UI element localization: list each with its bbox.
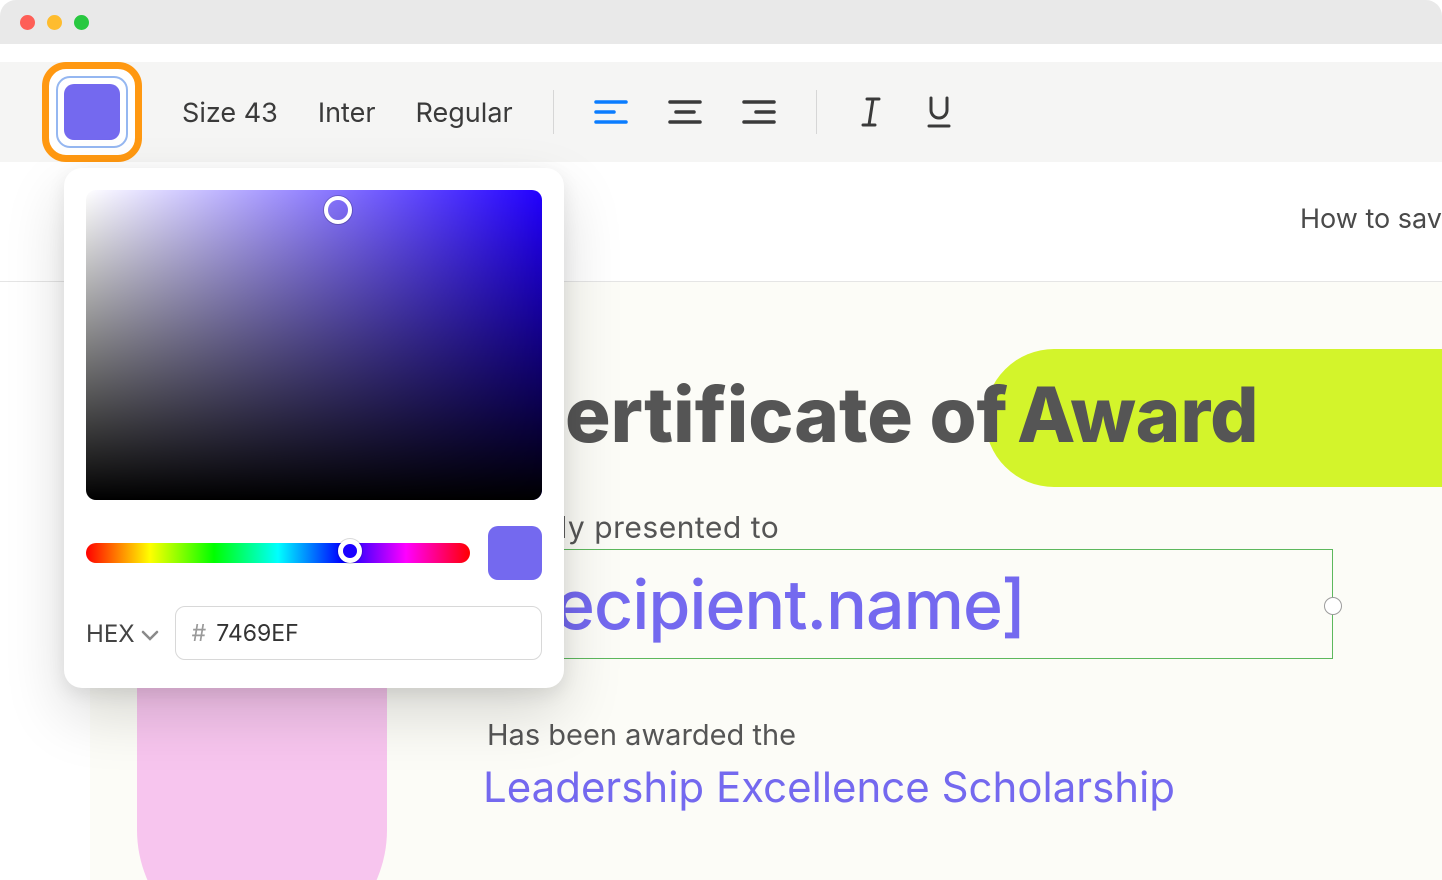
help-link[interactable]: How to sav: [1300, 202, 1442, 235]
align-center-icon[interactable]: [668, 98, 702, 126]
color-swatch-button[interactable]: [42, 62, 142, 162]
hex-input-wrapper[interactable]: #: [175, 606, 542, 660]
hash-symbol: #: [192, 619, 207, 647]
spacer: [0, 44, 1442, 62]
italic-icon[interactable]: [857, 97, 885, 127]
font-family-control[interactable]: Inter: [318, 96, 376, 129]
hex-value-input[interactable]: [216, 619, 525, 647]
close-window-button[interactable]: [20, 15, 35, 30]
saturation-thumb[interactable]: [324, 196, 352, 224]
saturation-brightness-field[interactable]: [86, 190, 542, 500]
color-preview-swatch: [488, 526, 542, 580]
underline-icon[interactable]: [925, 96, 953, 128]
color-format-dropdown[interactable]: HEX: [86, 619, 159, 648]
selection-resize-handle[interactable]: [1324, 597, 1342, 615]
certificate-title-left: ertificate of: [565, 377, 1008, 453]
color-format-label: HEX: [86, 619, 135, 648]
align-right-icon[interactable]: [742, 98, 776, 126]
awarded-the-label: Has been awarded the: [487, 717, 796, 752]
minimize-window-button[interactable]: [47, 15, 62, 30]
recipient-name-token[interactable]: ecipient.name]: [555, 564, 1025, 646]
chevron-down-icon: [141, 619, 159, 648]
color-picker-panel: HEX #: [64, 168, 564, 688]
presented-to-label: ly presented to: [560, 510, 779, 546]
certificate-title-award: Award: [1017, 377, 1259, 453]
hue-slider[interactable]: [86, 543, 470, 563]
hue-thumb[interactable]: [338, 539, 362, 563]
color-swatch-fill: [64, 84, 120, 140]
text-toolbar: Size 43 Inter Regular: [0, 62, 1442, 162]
scholarship-name: Leadership Excellence Scholarship: [483, 762, 1175, 813]
toolbar-divider: [553, 90, 554, 134]
maximize-window-button[interactable]: [74, 15, 89, 30]
toolbar-divider: [816, 90, 817, 134]
font-weight-control[interactable]: Regular: [416, 96, 513, 129]
align-left-icon[interactable]: [594, 98, 628, 126]
font-size-control[interactable]: Size 43: [182, 96, 278, 129]
window-titlebar: [0, 0, 1442, 44]
